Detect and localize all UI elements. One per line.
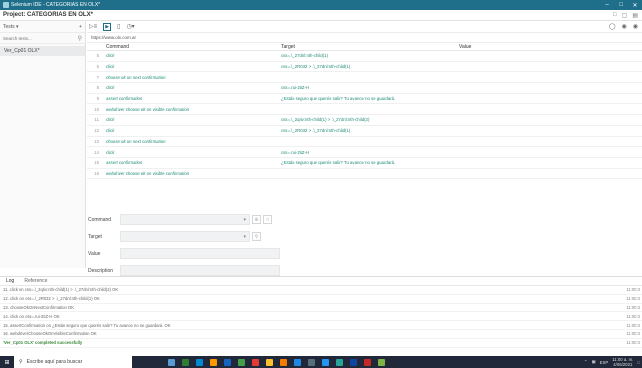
value-column-header: Value xyxy=(459,43,472,50)
taskbar-app-icon[interactable] xyxy=(378,358,385,366)
taskbar-app-icon[interactable] xyxy=(182,358,189,366)
base-url[interactable]: https://www.olx.com.ar xyxy=(87,33,642,43)
taskbar: ⊞ ⚲ Escribe aquí para buscar ⌃ ▣ ESP 11:… xyxy=(0,356,642,368)
table-row[interactable]: 11 click css=.\_2qIiv:nth-child(1) > .\_27… xyxy=(87,115,642,126)
project-bar: Project: CATEGORIAS EN OLX* □ ▢ ▤ xyxy=(0,10,642,21)
tests-dropdown[interactable]: Tests ▾ xyxy=(3,24,19,30)
clock-date[interactable]: 4/06/2021 xyxy=(612,362,633,367)
target-label: Target xyxy=(88,233,102,240)
record-icon[interactable]: ◉ xyxy=(633,23,638,30)
log-line: 15. assertConfirmation on ¿Estás seguro … xyxy=(0,321,642,330)
log-line: 13. chooseOkOnNextConfirmation OK 11:00:3 xyxy=(0,304,642,313)
taskbar-app-icon[interactable] xyxy=(294,358,301,366)
step-over-icon[interactable]: ▯ xyxy=(117,23,120,30)
taskbar-apps xyxy=(168,358,385,366)
select-target-icon[interactable]: ⊕ xyxy=(252,215,261,224)
value-input[interactable] xyxy=(120,248,280,259)
window-title: Selenium IDE - CATEGORIAS EN OLX* xyxy=(11,2,101,8)
table-row[interactable]: 10 webdriver choose ok on visible confirm… xyxy=(87,104,642,116)
description-input[interactable] xyxy=(120,265,280,276)
tray-chevron-icon[interactable]: ⌃ xyxy=(584,359,588,365)
disable-breakpoints-icon[interactable]: ◯ xyxy=(609,23,616,30)
run-all-tests-icon[interactable]: ▷≡ xyxy=(89,23,97,30)
table-row[interactable]: 7 choose ok on next confirmation xyxy=(87,72,642,84)
pause-on-exceptions-icon[interactable]: ◉ xyxy=(622,23,627,30)
log-line: 16. webdriverChooseOkOnVisibleConfirmati… xyxy=(0,330,642,339)
target-column-header: Target xyxy=(281,43,295,50)
command-input[interactable]: ▾ xyxy=(120,214,250,225)
command-column-header: Command xyxy=(106,43,130,50)
log-tabs: Log Reference xyxy=(0,277,642,286)
save-project-icon[interactable]: ▤ xyxy=(632,12,638,19)
table-row[interactable]: 15 assert confirmation ¿Estás seguro que q… xyxy=(87,158,642,169)
taskbar-search-placeholder: Escribe aquí para buscar xyxy=(26,359,83,365)
table-row[interactable]: 8 click css=.rui-2tiZ-H xyxy=(87,83,642,94)
taskbar-app-icon[interactable] xyxy=(364,358,371,366)
find-target-icon[interactable]: ⚲ xyxy=(252,232,261,241)
table-row[interactable]: 14 click css=.rui-2tiZ-H xyxy=(87,147,642,158)
command-label: Command xyxy=(88,216,112,223)
new-project-icon[interactable]: □ xyxy=(613,12,617,19)
minimize-icon[interactable]: – xyxy=(600,0,614,10)
editor-pane: ▷≡ ▶ ▯ ◷▾ ◯ ◉ ◉ https://www.olx.com.ar C… xyxy=(87,21,642,276)
window-titlebar: Selenium IDE - CATEGORIAS EN OLX* – □ ✕ xyxy=(0,0,642,10)
tab-reference[interactable]: Reference xyxy=(24,278,47,284)
test-item[interactable]: Ver_Cp01 OLX* xyxy=(0,46,85,56)
language-indicator[interactable]: ESP xyxy=(600,360,609,365)
table-row[interactable]: 13 choose ok on next confirmation xyxy=(87,137,642,148)
log-panel: Log Reference 11. click on css=.\_2qIiv:… xyxy=(0,276,642,356)
taskbar-app-icon[interactable] xyxy=(196,358,203,366)
log-success-line: 'Ver_Cp01 OLX' completed successfully 11:… xyxy=(0,339,642,348)
table-row[interactable]: 5 click css=.\_27dnl:nth-child(1) xyxy=(87,51,642,62)
command-editor: Command ▾ ⊕ □ Target ▾ ⚲ Value Descripti… xyxy=(87,211,642,279)
taskbar-app-icon[interactable] xyxy=(322,358,329,366)
taskbar-app-icon[interactable] xyxy=(168,358,175,366)
target-input[interactable]: ▾ xyxy=(120,231,250,242)
system-tray: ⌃ ▣ ESP 11:00 a. m. 4/06/2021 □ xyxy=(584,357,642,367)
selenium-logo-icon xyxy=(3,2,9,8)
taskbar-app-icon[interactable] xyxy=(224,358,231,366)
taskbar-app-icon[interactable] xyxy=(350,358,357,366)
open-reference-icon[interactable]: □ xyxy=(263,215,272,224)
speed-icon[interactable]: ◷▾ xyxy=(126,23,134,30)
playback-toolbar: ▷≡ ▶ ▯ ◷▾ ◯ ◉ ◉ xyxy=(87,21,642,33)
taskbar-app-icon[interactable] xyxy=(308,358,315,366)
tests-search: ⚲ xyxy=(0,33,85,44)
taskbar-app-icon[interactable] xyxy=(210,358,217,366)
close-icon[interactable]: ✕ xyxy=(628,0,642,10)
tests-sidebar: Tests ▾ + ⚲ Ver_Cp01 OLX* xyxy=(0,21,86,268)
taskbar-app-icon[interactable] xyxy=(238,358,245,366)
command-table: Command Target Value 5 click css=.\_27dnl:… xyxy=(87,43,642,180)
log-line: 12. click on css=.\_2R032 > .\_27dnl:nth… xyxy=(0,295,642,304)
search-tests-input[interactable] xyxy=(3,35,78,41)
description-label: Description xyxy=(88,267,114,274)
value-label: Value xyxy=(88,250,101,257)
open-project-icon[interactable]: ▢ xyxy=(622,12,628,19)
windows-start-icon[interactable]: ⊞ xyxy=(0,356,14,368)
network-icon[interactable]: ▣ xyxy=(592,359,596,365)
maximize-icon[interactable]: □ xyxy=(614,0,628,10)
add-test-icon[interactable]: + xyxy=(79,24,82,30)
tab-log[interactable]: Log xyxy=(6,278,14,284)
search-icon: ⚲ xyxy=(77,35,82,42)
run-test-icon[interactable]: ▶ xyxy=(103,22,112,31)
table-row[interactable]: 12 click css=.\_2R032 > .\_27dnl:nth-child… xyxy=(87,126,642,137)
taskbar-app-icon[interactable] xyxy=(252,358,259,366)
tests-header: Tests ▾ + xyxy=(0,21,85,33)
table-row[interactable]: 16 webdriver choose ok on visible confirm… xyxy=(87,169,642,180)
window-controls: – □ ✕ xyxy=(600,0,642,10)
notifications-icon[interactable]: □ xyxy=(637,360,640,365)
taskbar-search[interactable]: ⚲ Escribe aquí para buscar xyxy=(14,356,132,368)
log-line: 11. click on css=.\_2qIiv:nth-child(1) >… xyxy=(0,286,642,295)
project-name[interactable]: Project: CATEGORIAS EN OLX* xyxy=(3,12,613,18)
taskbar-app-icon[interactable] xyxy=(336,358,343,366)
table-row[interactable]: 6 click css=.\_2R032 > .\_27dnl:nth-child(… xyxy=(87,62,642,73)
taskbar-app-icon[interactable] xyxy=(266,358,273,366)
table-row[interactable]: 9 assert confirmation ¿Estás seguro que qu… xyxy=(87,94,642,105)
log-line: 14. click on css=.rui-2tiZ-H OK 11:00:3 xyxy=(0,312,642,322)
table-header: Command Target Value xyxy=(87,43,642,51)
search-icon: ⚲ xyxy=(19,359,23,365)
taskbar-app-icon[interactable] xyxy=(280,358,287,366)
